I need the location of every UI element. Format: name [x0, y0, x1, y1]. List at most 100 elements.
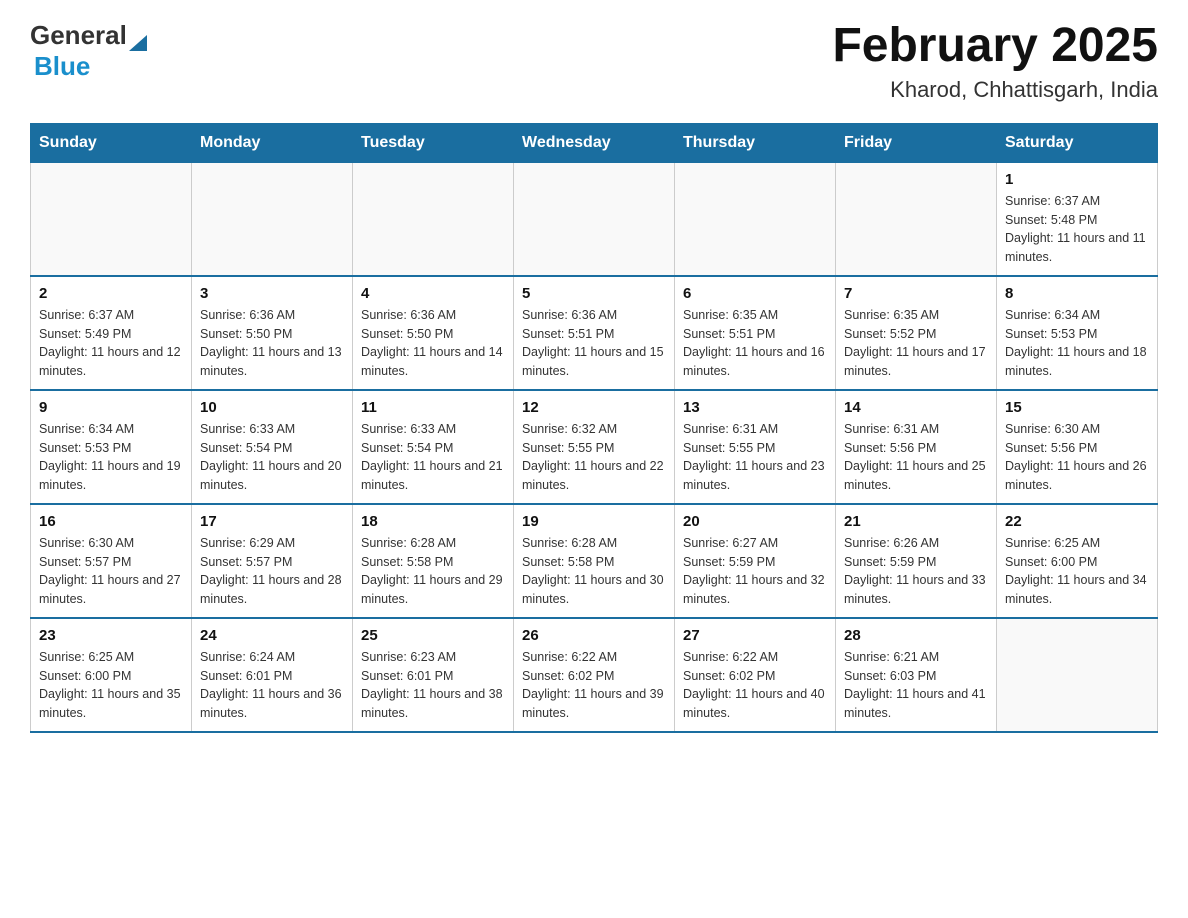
logo-triangle-icon — [129, 35, 147, 51]
day-info: Sunrise: 6:36 AMSunset: 5:50 PMDaylight:… — [200, 306, 344, 381]
table-row: 28Sunrise: 6:21 AMSunset: 6:03 PMDayligh… — [836, 618, 997, 732]
day-info: Sunrise: 6:31 AMSunset: 5:56 PMDaylight:… — [844, 420, 988, 495]
day-info: Sunrise: 6:33 AMSunset: 5:54 PMDaylight:… — [200, 420, 344, 495]
table-row — [836, 162, 997, 276]
table-row — [192, 162, 353, 276]
table-row: 22 Sunrise: 6:25 AMSunset: 6:00 PMDayligh… — [997, 504, 1158, 618]
day-number: 21 — [844, 513, 988, 530]
day-number: 14 — [844, 399, 988, 416]
logo-general-text: General — [30, 20, 127, 51]
day-number: 8 — [1005, 285, 1149, 302]
table-row — [514, 162, 675, 276]
day-info: Sunrise: 6:30 AMSunset: 5:56 PMDaylight:… — [1005, 420, 1149, 495]
logo: General Blue — [30, 20, 147, 82]
table-row: 25 Sunrise: 6:23 AMSunset: 6:01 PMDayligh… — [353, 618, 514, 732]
day-number: 1 — [1005, 171, 1149, 188]
header-thursday: Thursday — [675, 123, 836, 162]
header-friday: Friday — [836, 123, 997, 162]
table-row: 23 Sunrise: 6:25 AMSunset: 6:00 PMDayligh… — [31, 618, 192, 732]
day-number: 10 — [200, 399, 344, 416]
day-number: 11 — [361, 399, 505, 416]
day-number: 2 — [39, 285, 183, 302]
day-info: Sunrise: 6:29 AMSunset: 5:57 PMDaylight:… — [200, 534, 344, 609]
table-row: 13 Sunrise: 6:31 AMSunset: 5:55 PMDayligh… — [675, 390, 836, 504]
logo-blue-text: Blue — [34, 51, 90, 82]
header-tuesday: Tuesday — [353, 123, 514, 162]
day-info: Sunrise: 6:25 AMSunset: 6:00 PMDaylight:… — [1005, 534, 1149, 609]
table-row: 6Sunrise: 6:35 AMSunset: 5:51 PMDaylight… — [675, 276, 836, 390]
calendar-week-row: 2Sunrise: 6:37 AMSunset: 5:49 PMDaylight… — [31, 276, 1158, 390]
header-sunday: Sunday — [31, 123, 192, 162]
day-info: Sunrise: 6:24 AMSunset: 6:01 PMDaylight:… — [200, 648, 344, 723]
title-block: February 2025 Kharod, Chhattisgarh, Indi… — [832, 20, 1158, 103]
table-row — [31, 162, 192, 276]
day-info: Sunrise: 6:22 AMSunset: 6:02 PMDaylight:… — [683, 648, 827, 723]
calendar-week-row: 23 Sunrise: 6:25 AMSunset: 6:00 PMDayligh… — [31, 618, 1158, 732]
day-number: 13 — [683, 399, 827, 416]
day-number: 17 — [200, 513, 344, 530]
page-header: General Blue February 2025 Kharod, Chhat… — [30, 20, 1158, 103]
calendar-week-row: 9 Sunrise: 6:34 AMSunset: 5:53 PMDaylight… — [31, 390, 1158, 504]
day-number: 15 — [1005, 399, 1149, 416]
table-row: 19 Sunrise: 6:28 AMSunset: 5:58 PMDayligh… — [514, 504, 675, 618]
day-info: Sunrise: 6:35 AMSunset: 5:52 PMDaylight:… — [844, 306, 988, 381]
day-number: 23 — [39, 627, 183, 644]
day-info: Sunrise: 6:25 AMSunset: 6:00 PMDaylight:… — [39, 648, 183, 723]
table-row: 8Sunrise: 6:34 AMSunset: 5:53 PMDaylight… — [997, 276, 1158, 390]
table-row: 21 Sunrise: 6:26 AMSunset: 5:59 PMDayligh… — [836, 504, 997, 618]
table-row: 24 Sunrise: 6:24 AMSunset: 6:01 PMDayligh… — [192, 618, 353, 732]
table-row: 26 Sunrise: 6:22 AMSunset: 6:02 PMDayligh… — [514, 618, 675, 732]
table-row: 12 Sunrise: 6:32 AMSunset: 5:55 PMDayligh… — [514, 390, 675, 504]
day-info: Sunrise: 6:34 AMSunset: 5:53 PMDaylight:… — [39, 420, 183, 495]
table-row: 7 Sunrise: 6:35 AMSunset: 5:52 PMDaylight… — [836, 276, 997, 390]
table-row: 2Sunrise: 6:37 AMSunset: 5:49 PMDaylight… — [31, 276, 192, 390]
day-info: Sunrise: 6:26 AMSunset: 5:59 PMDaylight:… — [844, 534, 988, 609]
day-number: 18 — [361, 513, 505, 530]
day-number: 20 — [683, 513, 827, 530]
day-number: 22 — [1005, 513, 1149, 530]
day-info: Sunrise: 6:23 AMSunset: 6:01 PMDaylight:… — [361, 648, 505, 723]
day-number: 16 — [39, 513, 183, 530]
table-row: 14 Sunrise: 6:31 AMSunset: 5:56 PMDayligh… — [836, 390, 997, 504]
table-row: 1 Sunrise: 6:37 AMSunset: 5:48 PMDaylight… — [997, 162, 1158, 276]
day-info: Sunrise: 6:28 AMSunset: 5:58 PMDaylight:… — [522, 534, 666, 609]
day-number: 28 — [844, 627, 988, 644]
day-info: Sunrise: 6:36 AMSunset: 5:51 PMDaylight:… — [522, 306, 666, 381]
table-row — [675, 162, 836, 276]
day-number: 25 — [361, 627, 505, 644]
table-row — [997, 618, 1158, 732]
weekday-header-row: Sunday Monday Tuesday Wednesday Thursday… — [31, 123, 1158, 162]
day-number: 24 — [200, 627, 344, 644]
day-info: Sunrise: 6:31 AMSunset: 5:55 PMDaylight:… — [683, 420, 827, 495]
day-info: Sunrise: 6:32 AMSunset: 5:55 PMDaylight:… — [522, 420, 666, 495]
day-info: Sunrise: 6:27 AMSunset: 5:59 PMDaylight:… — [683, 534, 827, 609]
table-row: 4Sunrise: 6:36 AMSunset: 5:50 PMDaylight… — [353, 276, 514, 390]
table-row: 15 Sunrise: 6:30 AMSunset: 5:56 PMDayligh… — [997, 390, 1158, 504]
calendar-week-row: 16 Sunrise: 6:30 AMSunset: 5:57 PMDayligh… — [31, 504, 1158, 618]
day-info: Sunrise: 6:37 AMSunset: 5:48 PMDaylight:… — [1005, 192, 1149, 267]
day-number: 9 — [39, 399, 183, 416]
day-info: Sunrise: 6:22 AMSunset: 6:02 PMDaylight:… — [522, 648, 666, 723]
page-title: February 2025 — [832, 20, 1158, 73]
calendar-table: Sunday Monday Tuesday Wednesday Thursday… — [30, 123, 1158, 733]
day-number: 27 — [683, 627, 827, 644]
header-monday: Monday — [192, 123, 353, 162]
day-number: 26 — [522, 627, 666, 644]
table-row: 17 Sunrise: 6:29 AMSunset: 5:57 PMDayligh… — [192, 504, 353, 618]
day-info: Sunrise: 6:36 AMSunset: 5:50 PMDaylight:… — [361, 306, 505, 381]
day-number: 19 — [522, 513, 666, 530]
table-row: 18Sunrise: 6:28 AMSunset: 5:58 PMDayligh… — [353, 504, 514, 618]
day-info: Sunrise: 6:30 AMSunset: 5:57 PMDaylight:… — [39, 534, 183, 609]
day-info: Sunrise: 6:33 AMSunset: 5:54 PMDaylight:… — [361, 420, 505, 495]
table-row — [353, 162, 514, 276]
calendar-week-row: 1 Sunrise: 6:37 AMSunset: 5:48 PMDaylight… — [31, 162, 1158, 276]
header-saturday: Saturday — [997, 123, 1158, 162]
table-row: 11 Sunrise: 6:33 AMSunset: 5:54 PMDayligh… — [353, 390, 514, 504]
table-row: 9 Sunrise: 6:34 AMSunset: 5:53 PMDaylight… — [31, 390, 192, 504]
day-number: 7 — [844, 285, 988, 302]
table-row: 5Sunrise: 6:36 AMSunset: 5:51 PMDaylight… — [514, 276, 675, 390]
table-row: 16 Sunrise: 6:30 AMSunset: 5:57 PMDayligh… — [31, 504, 192, 618]
day-number: 6 — [683, 285, 827, 302]
day-number: 3 — [200, 285, 344, 302]
day-number: 12 — [522, 399, 666, 416]
